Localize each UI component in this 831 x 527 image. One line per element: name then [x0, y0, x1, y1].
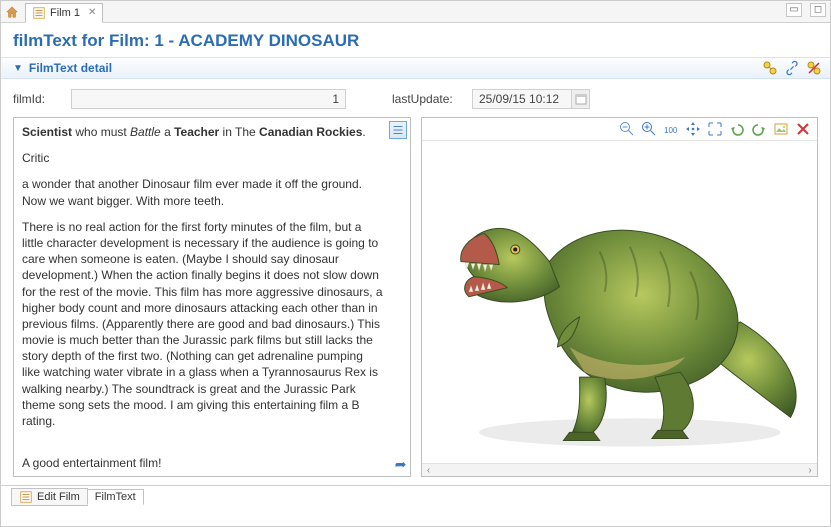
last-update-field[interactable] [472, 89, 572, 109]
t: in The [219, 125, 259, 139]
t: Teacher [174, 125, 219, 139]
pan-icon[interactable] [685, 121, 701, 137]
t: who must [72, 125, 130, 139]
t: Critic [22, 150, 384, 166]
horizontal-scrollbar[interactable]: ‹ › [422, 463, 818, 476]
zoom-100-icon[interactable]: 100 [663, 121, 679, 137]
picture-icon[interactable] [773, 121, 789, 137]
bottom-tabbar: Edit Film FilmText [1, 485, 830, 507]
window-tabbar: Film 1 ✕ ▭ ◻ [1, 1, 830, 23]
tab-edit-film[interactable]: Edit Film [11, 488, 88, 506]
t: Battle [130, 125, 161, 139]
scroll-left-icon[interactable]: ‹ [422, 464, 436, 478]
zoom-out-icon[interactable] [619, 121, 635, 137]
t: a [161, 125, 174, 139]
forward-icon[interactable]: ➦ [395, 456, 407, 473]
calendar-icon[interactable] [572, 89, 590, 109]
tab-label: Film 1 [50, 7, 80, 19]
description-text[interactable]: Scientist who must Battle a Teacher in T… [14, 118, 410, 476]
text-list-icon[interactable] [389, 121, 407, 139]
rotate-right-icon[interactable] [751, 121, 767, 137]
form-icon [19, 490, 33, 504]
form-row: filmId: lastUpdate: [1, 79, 830, 117]
close-icon[interactable]: ✕ [88, 7, 96, 18]
delete-image-icon[interactable] [795, 121, 811, 137]
image-pane: 100 [421, 117, 819, 477]
scroll-right-icon[interactable]: › [803, 464, 817, 478]
t: Scientist [22, 125, 72, 139]
image-viewport[interactable] [422, 141, 818, 463]
section-header: ▼ FilmText detail [1, 57, 830, 79]
zoom-in-icon[interactable] [641, 121, 657, 137]
collapse-toggle-icon[interactable]: ▼ [13, 63, 23, 74]
title-area: filmText for Film: 1 - ACADEMY DINOSAUR [1, 23, 830, 57]
svg-text:100: 100 [664, 126, 678, 135]
detail-panes: Scientist who must Battle a Teacher in T… [1, 117, 830, 485]
image-toolbar: 100 [422, 118, 818, 141]
bottom-tab-label: Edit Film [37, 491, 80, 503]
toolbar-action-icon-3[interactable] [806, 60, 822, 76]
t: A good entertainment film! [22, 455, 384, 471]
minimize-button[interactable]: ▭ [786, 3, 802, 17]
home-icon[interactable] [5, 5, 19, 19]
toolbar-action-icon-1[interactable] [762, 60, 778, 76]
film-id-label: filmId: [13, 92, 61, 106]
maximize-button[interactable]: ◻ [810, 3, 826, 17]
section-title: FilmText detail [29, 61, 112, 75]
bottom-tab-label: FilmText [95, 491, 136, 503]
tab-film-1[interactable]: Film 1 ✕ [25, 3, 103, 23]
t: a wonder that another Dinosaur film ever… [22, 176, 384, 208]
fit-icon[interactable] [707, 121, 723, 137]
link-icon[interactable] [784, 60, 800, 76]
t: . [362, 125, 365, 139]
last-update-label: lastUpdate: [392, 92, 462, 106]
description-pane: Scientist who must Battle a Teacher in T… [13, 117, 411, 477]
t: There is no real action for the first fo… [22, 219, 384, 429]
film-id-field[interactable] [71, 89, 346, 109]
tab-filmtext[interactable]: FilmText [87, 489, 144, 505]
form-icon [32, 6, 46, 20]
page-title: filmText for Film: 1 - ACADEMY DINOSAUR [13, 31, 818, 51]
t: Canadian Rockies [259, 125, 362, 139]
rotate-left-icon[interactable] [729, 121, 745, 137]
